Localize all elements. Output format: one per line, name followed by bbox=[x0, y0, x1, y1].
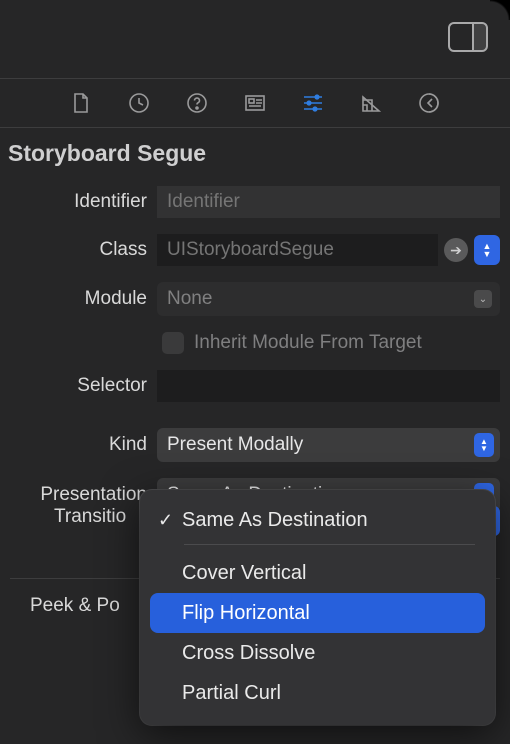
identifier-label: Identifier bbox=[0, 191, 157, 213]
updown-icon: ▲▼ bbox=[474, 433, 494, 457]
section-title: Storyboard Segue bbox=[8, 140, 206, 167]
transition-label: Transitio bbox=[54, 506, 126, 528]
module-value: None bbox=[167, 288, 212, 310]
identifier-field[interactable] bbox=[157, 186, 500, 218]
popup-item-flip-horizontal[interactable]: Flip Horizontal bbox=[150, 593, 485, 633]
size-tab-icon[interactable] bbox=[359, 91, 383, 115]
popup-item-partial-curl[interactable]: Partial Curl bbox=[150, 673, 485, 713]
popup-separator bbox=[184, 544, 475, 545]
segue-form: Identifier Class ➔ ▲▼ Module None ⌄ Inhe… bbox=[0, 186, 500, 524]
check-icon: ✓ bbox=[158, 510, 182, 531]
help-tab-icon[interactable] bbox=[185, 91, 209, 115]
panel-layout-icon[interactable] bbox=[448, 22, 488, 52]
kind-value: Present Modally bbox=[167, 434, 303, 456]
popup-item-cross-dissolve[interactable]: Cross Dissolve bbox=[150, 633, 485, 673]
class-field[interactable] bbox=[157, 234, 438, 266]
presentation-label: Presentation bbox=[0, 484, 157, 506]
kind-label: Kind bbox=[0, 434, 157, 456]
popup-item-same-as-destination[interactable]: ✓ Same As Destination bbox=[150, 500, 485, 540]
identity-tab-icon[interactable] bbox=[243, 91, 267, 115]
inspector-tabbar bbox=[0, 78, 510, 128]
attributes-tab-icon[interactable] bbox=[301, 91, 325, 115]
inherit-module-checkbox[interactable] bbox=[162, 332, 184, 354]
popup-item-label: Cover Vertical bbox=[182, 562, 307, 585]
kind-dropdown[interactable]: Present Modally ▲▼ bbox=[157, 428, 500, 462]
class-label: Class bbox=[0, 239, 157, 261]
popup-item-label: Flip Horizontal bbox=[182, 602, 310, 625]
module-dropdown[interactable]: None ⌄ bbox=[157, 282, 500, 316]
class-dropdown-button[interactable]: ▲▼ bbox=[474, 235, 500, 265]
module-label: Module bbox=[0, 288, 157, 310]
selector-label: Selector bbox=[0, 375, 157, 397]
popup-item-cover-vertical[interactable]: Cover Vertical bbox=[150, 553, 485, 593]
panel-corner bbox=[490, 0, 510, 20]
connections-tab-icon[interactable] bbox=[417, 91, 441, 115]
class-jump-icon[interactable]: ➔ bbox=[444, 238, 468, 262]
popup-item-label: Same As Destination bbox=[182, 509, 368, 532]
popup-item-label: Cross Dissolve bbox=[182, 642, 315, 665]
popup-item-label: Partial Curl bbox=[182, 682, 281, 705]
file-tab-icon[interactable] bbox=[69, 91, 93, 115]
history-tab-icon[interactable] bbox=[127, 91, 151, 115]
selector-field[interactable] bbox=[157, 370, 500, 402]
transition-popup: ✓ Same As Destination Cover Vertical Fli… bbox=[140, 490, 495, 725]
inherit-module-label: Inherit Module From Target bbox=[194, 332, 422, 354]
chevron-down-icon: ⌄ bbox=[474, 290, 492, 308]
